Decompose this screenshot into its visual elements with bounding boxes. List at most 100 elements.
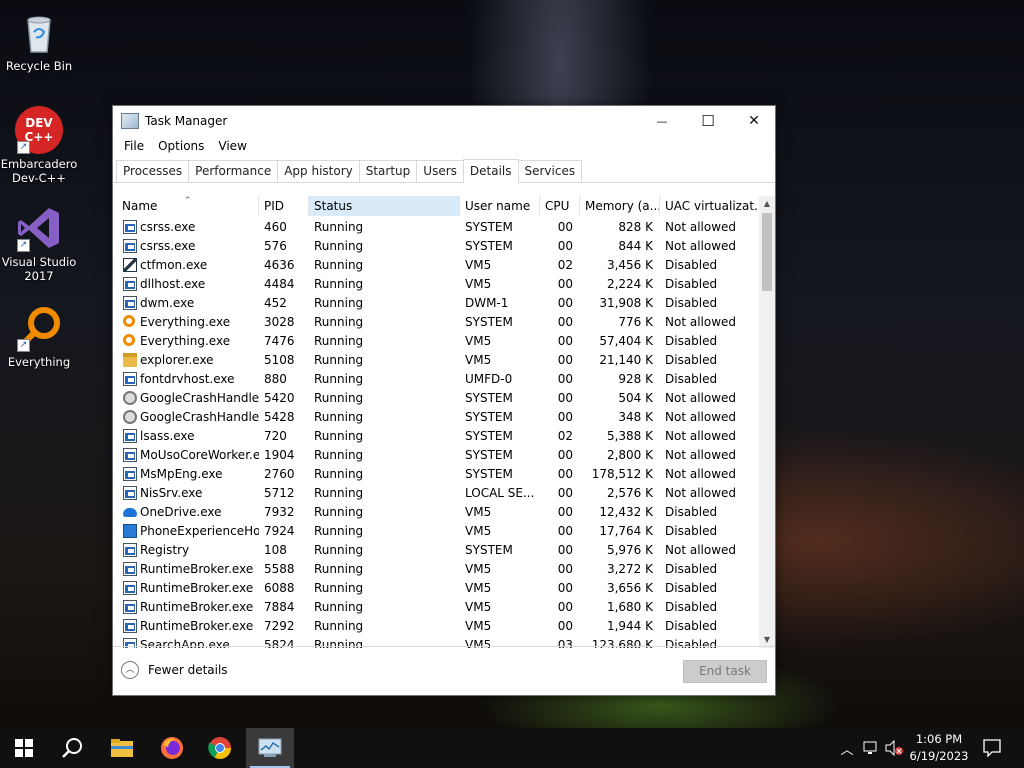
search-button[interactable]	[48, 728, 96, 768]
search-icon	[123, 315, 135, 327]
cell-uac: Disabled	[660, 617, 759, 636]
cell-text: Disabled	[665, 600, 718, 614]
cell-cpu: 00	[540, 370, 580, 389]
table-row[interactable]: Registry 108 Running SYSTEM 00 5,976 K Not all…	[113, 541, 759, 560]
cell-cpu: 00	[540, 484, 580, 503]
cell-cpu: 00	[540, 503, 580, 522]
network-icon[interactable]	[862, 740, 880, 756]
column-header-name[interactable]: ⌃ Name	[117, 196, 259, 216]
scroll-up-icon[interactable]: ▲	[759, 196, 775, 212]
table-row[interactable]: csrss.exe 460 Running SYSTEM 00 828 K Not allo…	[113, 218, 759, 237]
cell-text: Running	[314, 543, 364, 557]
cell-uac: Not allowed	[660, 541, 759, 560]
action-center-button[interactable]	[968, 728, 1016, 768]
table-row[interactable]: Everything.exe 3028 Running SYSTEM 00 776 K No…	[113, 313, 759, 332]
table-row[interactable]: MsMpEng.exe 2760 Running SYSTEM 00 178,512 K N…	[113, 465, 759, 484]
cell-pid: 5712	[259, 484, 309, 503]
column-header-pid[interactable]: PID	[259, 196, 309, 216]
table-row[interactable]: OneDrive.exe 7932 Running VM5 00 12,432 K Disa…	[113, 503, 759, 522]
table-row[interactable]: dllhost.exe 4484 Running VM5 00 2,224 K Disabl…	[113, 275, 759, 294]
table-row[interactable]: RuntimeBroker.exe 7292 Running VM5 00 1,944 K…	[113, 617, 759, 636]
cell-text: Running	[314, 391, 364, 405]
taskbar-clock[interactable]: 1:06 PM 6/19/2023	[905, 731, 973, 765]
desktop-icon-devcpp[interactable]: DEV C++ ↗ Embarcadero Dev-C++	[0, 106, 78, 185]
cell-text: VM5	[465, 562, 492, 576]
cell-uac: Disabled	[660, 503, 759, 522]
table-row[interactable]: NisSrv.exe 5712 Running LOCAL SE... 00 2,576 …	[113, 484, 759, 503]
tab-details[interactable]: Details	[462, 159, 519, 183]
minimize-button[interactable]: —	[639, 106, 685, 136]
menu-file[interactable]: File	[117, 139, 151, 153]
start-button[interactable]	[0, 728, 48, 768]
table-row[interactable]: RuntimeBroker.exe 7884 Running VM5 00 1,680 K…	[113, 598, 759, 617]
cell-status: Running	[309, 579, 460, 598]
table-row[interactable]: RuntimeBroker.exe 6088 Running VM5 00 3,656 K…	[113, 579, 759, 598]
table-row[interactable]: Everything.exe 7476 Running VM5 00 57,404 K Di…	[113, 332, 759, 351]
table-row[interactable]: dwm.exe 452 Running DWM-1 00 31,908 K Disabled	[113, 294, 759, 313]
column-header-cpu[interactable]: CPU	[540, 196, 580, 216]
cell-user: SYSTEM	[460, 427, 540, 446]
menu-options[interactable]: Options	[151, 139, 211, 153]
table-row[interactable]: lsass.exe 720 Running SYSTEM 02 5,388 K Not al…	[113, 427, 759, 446]
volume-muted-icon[interactable]	[884, 740, 904, 756]
column-header-memory[interactable]: Memory (a...	[580, 196, 660, 216]
table-row[interactable]: GoogleCrashHandler... 5428 Running SYSTEM 00…	[113, 408, 759, 427]
cell-name: OneDrive.exe	[117, 503, 259, 522]
tab-app-history[interactable]: App history	[277, 160, 360, 182]
tab-startup[interactable]: Startup	[358, 160, 418, 182]
task-manager-app-icon	[121, 113, 139, 129]
taskbar-firefox[interactable]	[148, 728, 196, 768]
title-bar[interactable]: Task Manager — ☐ ✕	[113, 106, 775, 136]
table-row[interactable]: fontdrvhost.exe 880 Running UMFD-0 00 928 K Di…	[113, 370, 759, 389]
desktop-icon-visual-studio[interactable]: ↗ Visual Studio 2017	[0, 204, 78, 283]
cell-cpu: 00	[540, 617, 580, 636]
table-row[interactable]: PhoneExperienceHo... 7924 Running VM5 00 17,7…	[113, 522, 759, 541]
table-body: csrss.exe 460 Running SYSTEM 00 828 K Not allo…	[113, 218, 759, 648]
table-row[interactable]: csrss.exe 576 Running SYSTEM 00 844 K Not allo…	[113, 237, 759, 256]
cell-text: RuntimeBroker.exe	[140, 562, 254, 576]
cell-text: 00	[557, 543, 573, 557]
cell-user: VM5	[460, 617, 540, 636]
cell-memory: 2,224 K	[580, 275, 660, 294]
close-button[interactable]: ✕	[731, 106, 777, 136]
cell-text: 00	[557, 296, 573, 310]
tab-services[interactable]: Services	[517, 160, 583, 182]
shortcut-arrow-icon: ↗	[17, 339, 30, 352]
end-task-button[interactable]: End task	[683, 660, 767, 683]
taskbar-task-manager[interactable]	[246, 728, 294, 768]
maximize-icon: ☐	[701, 112, 715, 130]
cell-memory: 504 K	[580, 389, 660, 408]
desktop-icon-label: Embarcadero	[0, 157, 78, 171]
tab-users[interactable]: Users	[416, 160, 464, 182]
cell-text: 2,800 K	[606, 448, 653, 462]
column-header-uac[interactable]: UAC virtualizat...	[660, 196, 759, 216]
menu-view[interactable]: View	[211, 139, 253, 153]
table-row[interactable]: GoogleCrashHandler... 5420 Running SYSTEM 00…	[113, 389, 759, 408]
chevron-up-icon[interactable]: ︿	[838, 739, 856, 758]
cell-pid: 5420	[259, 389, 309, 408]
cell-name: NisSrv.exe	[117, 484, 259, 503]
cell-status: Running	[309, 446, 460, 465]
table-row[interactable]: RuntimeBroker.exe 5588 Running VM5 00 3,272 K…	[113, 560, 759, 579]
taskbar-chrome[interactable]	[196, 728, 244, 768]
tab-processes[interactable]: Processes	[116, 160, 190, 182]
fewer-details-button[interactable]: ︿ Fewer details	[121, 661, 228, 679]
scrollbar-thumb[interactable]	[762, 213, 772, 291]
cell-cpu: 00	[540, 598, 580, 617]
column-header-user-name[interactable]: User name	[460, 196, 540, 216]
cell-name: csrss.exe	[117, 237, 259, 256]
maximize-button[interactable]: ☐	[685, 106, 731, 136]
taskbar-file-explorer[interactable]	[98, 728, 146, 768]
column-header-status[interactable]: Status	[309, 196, 460, 216]
cell-status: Running	[309, 256, 460, 275]
table-row[interactable]: MoUsoCoreWorker.e... 1904 Running SYSTEM 00 2…	[113, 446, 759, 465]
tab-performance[interactable]: Performance	[188, 160, 279, 182]
desktop-icon-recycle-bin[interactable]: Recycle Bin	[0, 8, 78, 73]
cell-user: SYSTEM	[460, 313, 540, 332]
cell-text: Running	[314, 619, 364, 633]
table-row[interactable]: explorer.exe 5108 Running VM5 00 21,140 K Disa…	[113, 351, 759, 370]
desktop-icon-everything[interactable]: ↗ Everything	[0, 304, 78, 369]
vertical-scrollbar[interactable]: ▲ ▼	[759, 196, 775, 648]
table-row[interactable]: ctfmon.exe 4636 Running VM5 02 3,456 K Disable…	[113, 256, 759, 275]
cell-text: 5588	[264, 562, 295, 576]
